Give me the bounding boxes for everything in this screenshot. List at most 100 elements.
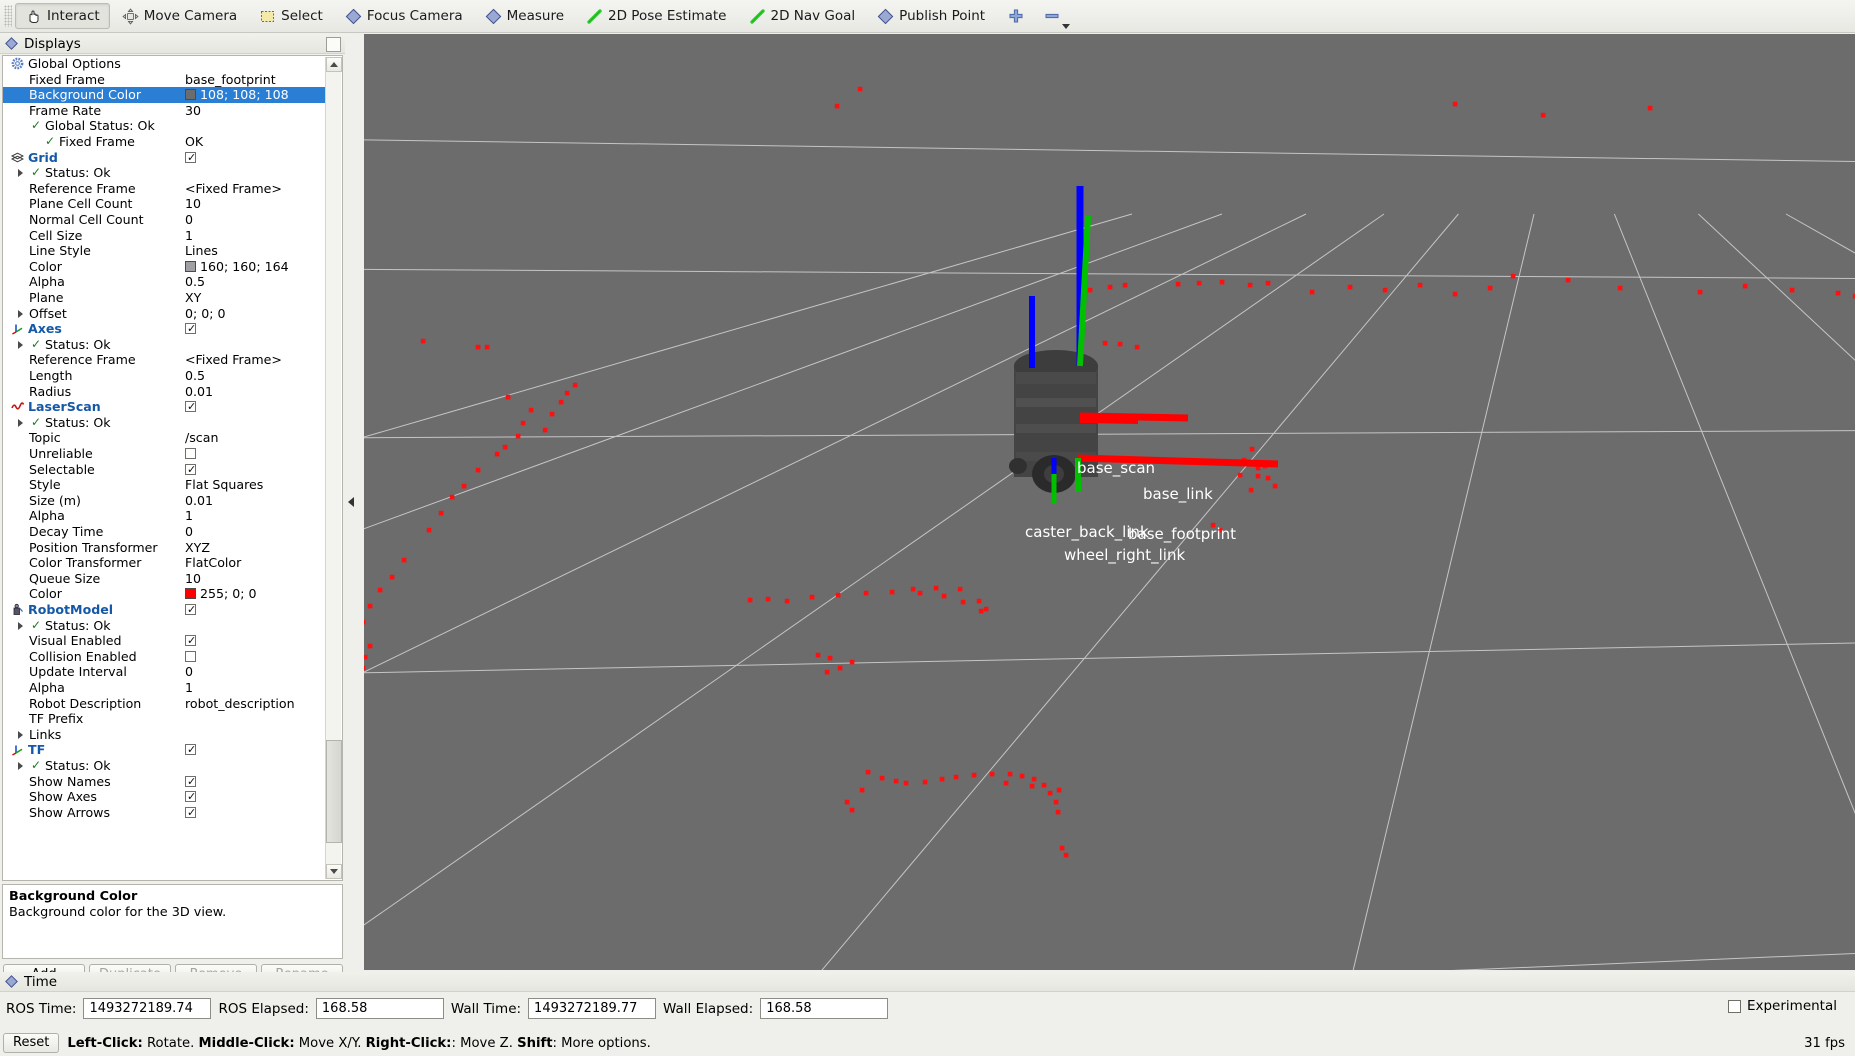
tree-row-value[interactable] (185, 321, 196, 337)
tree-row[interactable]: Robot Description robot_description (3, 696, 325, 712)
displays-tree-scrollbar[interactable] (325, 57, 342, 879)
tree-row-checkbox[interactable] (185, 150, 196, 165)
tree-row[interactable]: Alpha 1 (3, 680, 325, 696)
expand-arrow-icon[interactable] (18, 621, 23, 630)
tree-row[interactable]: Style Flat Squares (3, 477, 325, 493)
tree-row-value[interactable]: <Fixed Frame> (185, 352, 282, 368)
tool-button-interact[interactable]: Interact (15, 3, 110, 29)
experimental-toggle[interactable]: Experimental (1727, 998, 1837, 1014)
tree-row-value[interactable]: 0; 0; 0 (185, 306, 226, 322)
tree-row[interactable]: ✓ Status: Ok (3, 337, 325, 353)
tree-row[interactable]: Size (m) 0.01 (3, 493, 325, 509)
scroll-up-button[interactable] (326, 57, 342, 72)
tree-row[interactable]: Show Arrows (3, 805, 325, 821)
tree-row[interactable]: Reference Frame <Fixed Frame> (3, 352, 325, 368)
tree-row-value[interactable]: <Fixed Frame> (185, 181, 282, 197)
tree-row[interactable]: Cell Size 1 (3, 228, 325, 244)
tree-row-checkbox[interactable] (185, 399, 196, 415)
tree-row-value[interactable]: OK (185, 134, 203, 150)
tree-row[interactable]: ✓ Status: Ok (3, 618, 325, 634)
tree-row-value[interactable]: 0.5 (185, 274, 205, 290)
tree-row[interactable]: Show Axes (3, 789, 325, 805)
tree-row-value[interactable] (185, 150, 196, 165)
experimental-checkbox[interactable] (1727, 999, 1741, 1013)
tool-button-focus-camera[interactable]: Focus Camera (335, 3, 473, 29)
tree-row-value[interactable]: robot_description (185, 696, 295, 712)
tree-row-value[interactable]: 1 (185, 228, 193, 244)
tree-row-value[interactable]: 160; 160; 164 (185, 259, 289, 275)
tree-row[interactable]: Axes (3, 321, 325, 337)
tree-row[interactable]: Alpha 1 (3, 508, 325, 524)
tree-row-value[interactable]: Flat Squares (185, 477, 263, 493)
tree-row-value[interactable] (185, 633, 196, 649)
tree-row[interactable]: Unreliable (3, 446, 325, 462)
tree-row-value[interactable]: 1 (185, 508, 193, 524)
tree-row-value[interactable]: 0 (185, 212, 193, 228)
tree-row-value[interactable]: 0.01 (185, 493, 213, 509)
tree-row[interactable]: Length 0.5 (3, 368, 325, 384)
tree-row[interactable]: Global Options (3, 56, 325, 72)
tree-row-value[interactable]: 0.01 (185, 384, 213, 400)
tree-row-checkbox[interactable] (185, 633, 196, 649)
tree-row[interactable]: Fixed Frame base_footprint (3, 72, 325, 88)
tree-row-value[interactable]: /scan (185, 430, 218, 446)
tree-row[interactable]: Frame Rate 30 (3, 103, 325, 119)
tree-row[interactable]: Alpha 0.5 (3, 274, 325, 290)
tree-row-value[interactable]: 108; 108; 108 (185, 87, 289, 103)
tree-row[interactable]: Plane Cell Count 10 (3, 196, 325, 212)
time-field-input[interactable]: 1493272189.77 (528, 998, 657, 1019)
tree-row-value[interactable] (185, 789, 196, 805)
tree-row[interactable]: Links (3, 727, 325, 743)
tree-row-checkbox[interactable] (185, 805, 196, 820)
tree-row[interactable]: Visual Enabled (3, 633, 325, 649)
tree-row[interactable]: TF Prefix (3, 711, 325, 727)
expand-arrow-icon[interactable] (18, 340, 23, 349)
tree-row[interactable]: ✓ Status: Ok (3, 758, 325, 774)
tree-row-checkbox[interactable] (185, 602, 196, 618)
tree-row[interactable]: ✓ Status: Ok (3, 165, 325, 181)
tree-row[interactable]: LaserScan (3, 399, 325, 415)
tree-row[interactable]: Plane XY (3, 290, 325, 306)
tree-row[interactable]: Topic/scan (3, 430, 325, 446)
tool-button-2d-pose-estimate[interactable]: 2D Pose Estimate (576, 3, 736, 29)
tree-row[interactable]: Show Names (3, 774, 325, 790)
tree-row-value[interactable] (185, 774, 196, 789)
render-view-3d[interactable]: base_scan base_link caster_back_link base_f… (364, 34, 1855, 970)
tree-row[interactable]: Selectable (3, 462, 325, 478)
toolbar-drag-handle[interactable] (4, 5, 12, 27)
tree-row[interactable]: Position Transformer XYZ (3, 540, 325, 556)
chevron-down-icon[interactable] (1062, 24, 1071, 29)
tree-row[interactable]: Color 160; 160; 164 (3, 259, 325, 275)
float-window-icon[interactable] (326, 37, 341, 52)
expand-arrow-icon[interactable] (18, 309, 23, 318)
time-field-input[interactable]: 168.58 (315, 998, 444, 1019)
tree-row-value[interactable] (185, 602, 196, 618)
left-panel-collapse-handle[interactable] (346, 34, 356, 970)
tree-row[interactable]: ✓ Status: Ok (3, 415, 325, 431)
tree-row-value[interactable]: 30 (185, 103, 201, 119)
tool-button-measure[interactable]: Measure (475, 3, 574, 29)
tree-row[interactable]: Radius 0.01 (3, 384, 325, 400)
tree-row[interactable]: Collision Enabled (3, 649, 325, 665)
time-field-input[interactable]: 168.58 (760, 998, 889, 1019)
tree-row-value[interactable]: 0 (185, 664, 193, 680)
tree-row-value[interactable] (185, 399, 196, 415)
tree-row-checkbox[interactable] (185, 321, 196, 337)
expand-arrow-icon[interactable] (18, 418, 23, 427)
tree-row-value[interactable] (185, 462, 196, 477)
tree-row-value[interactable]: 255; 0; 0 (185, 586, 257, 602)
tree-row[interactable]: Decay Time 0 (3, 524, 325, 540)
scrollbar-thumb[interactable] (326, 740, 342, 843)
tree-row-value[interactable]: base_footprint (185, 72, 276, 88)
tree-row-value[interactable]: 10 (185, 571, 201, 587)
tree-row[interactable]: ✓ Fixed Frame OK (3, 134, 325, 150)
tree-row-value[interactable]: FlatColor (185, 555, 241, 571)
tree-row[interactable]: Reference Frame <Fixed Frame> (3, 181, 325, 197)
tree-row-checkbox[interactable] (185, 774, 196, 789)
tree-row-checkbox[interactable] (185, 462, 196, 477)
tree-row[interactable]: Queue Size 10 (3, 571, 325, 587)
tool-button-move-camera[interactable]: Move Camera (112, 3, 247, 29)
tree-row-value[interactable] (185, 649, 196, 665)
tree-row-value[interactable]: 0.5 (185, 368, 205, 384)
tool-button-2d-nav-goal[interactable]: 2D Nav Goal (739, 3, 866, 29)
